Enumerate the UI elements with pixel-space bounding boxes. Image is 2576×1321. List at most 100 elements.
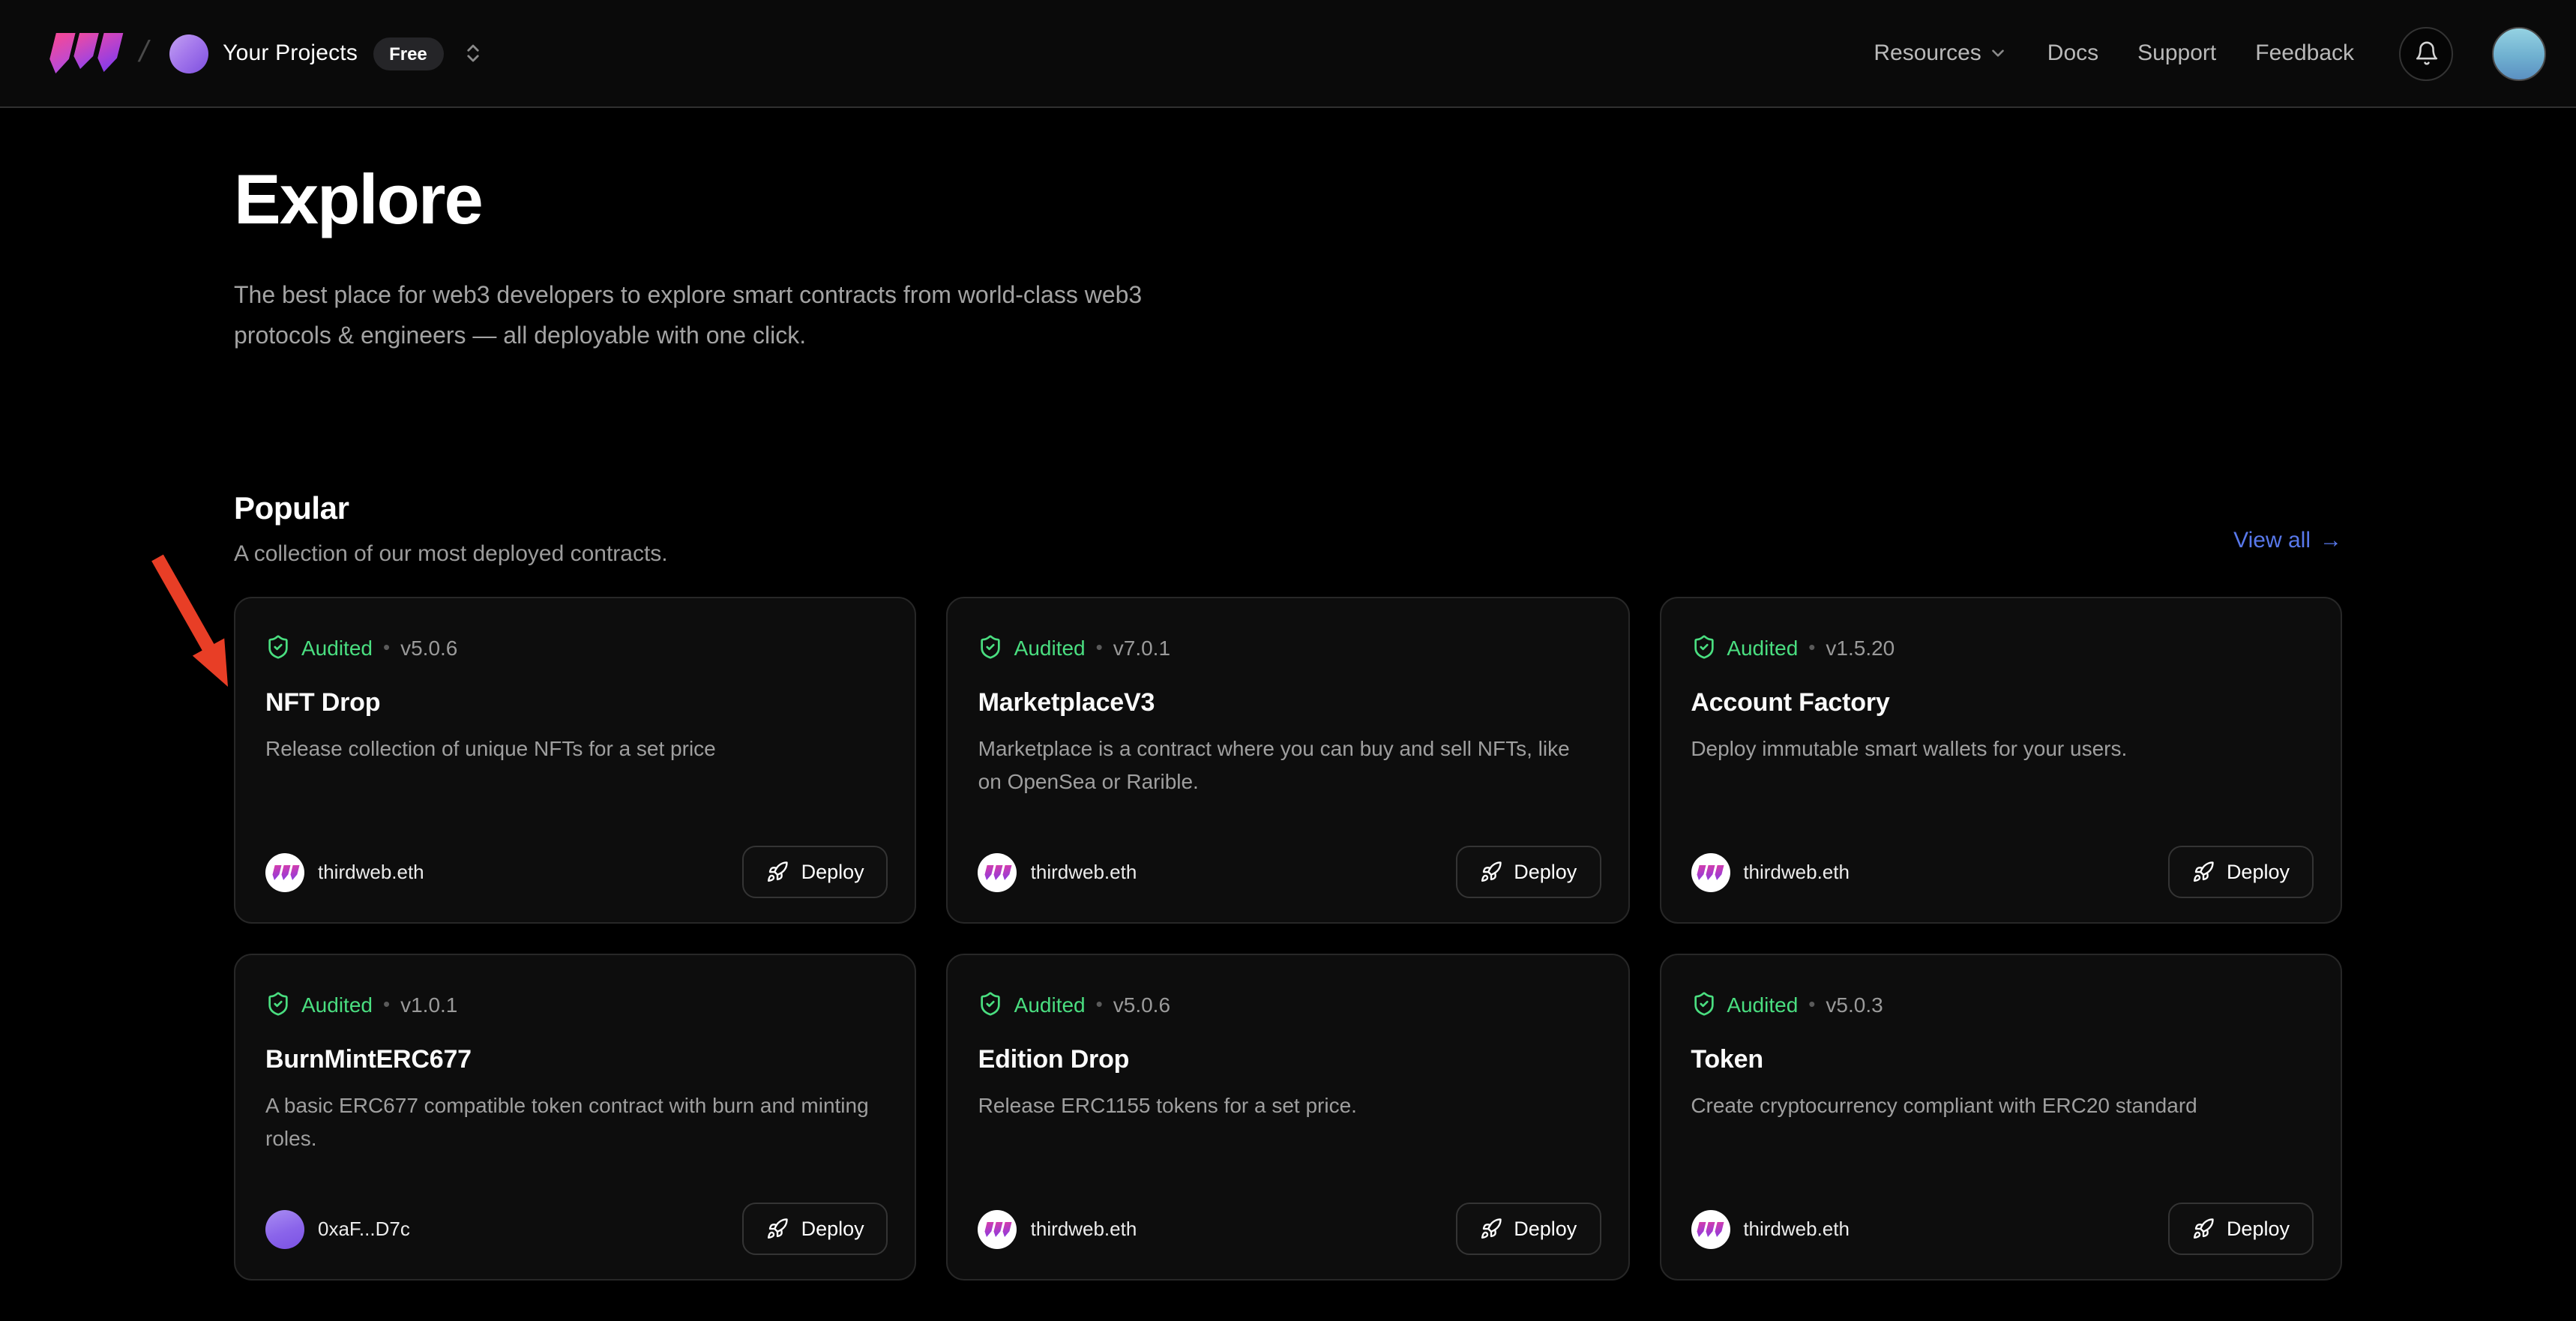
contract-description: Deploy immutable smart wallets for your … xyxy=(1691,732,2311,765)
shield-check-icon xyxy=(1691,991,1716,1017)
publisher-name: 0xaF...D7c xyxy=(318,1218,410,1240)
arrow-right-icon: → xyxy=(2320,527,2342,553)
shield-check-icon xyxy=(265,634,291,660)
bell-icon xyxy=(2413,40,2439,66)
shield-check-icon xyxy=(978,991,1004,1017)
dot-separator: • xyxy=(1808,993,1815,1015)
rocket-icon xyxy=(2192,861,2215,883)
card-footer: thirdweb.eth Deploy xyxy=(265,846,888,898)
deploy-label: Deploy xyxy=(801,1218,864,1240)
shield-check-icon xyxy=(1691,634,1716,660)
deploy-button[interactable]: Deploy xyxy=(2168,1203,2314,1255)
deploy-button[interactable]: Deploy xyxy=(2168,846,2314,898)
popular-header: Popular A collection of our most deploye… xyxy=(234,492,2342,567)
card-badge-row: Audited • v5.0.6 xyxy=(265,634,885,660)
publisher-avatar xyxy=(1691,1209,1730,1248)
hero-section: Explore The best place for web3 develope… xyxy=(234,108,2342,357)
nav-support[interactable]: Support xyxy=(2137,40,2216,66)
rocket-icon xyxy=(767,861,789,883)
deploy-button[interactable]: Deploy xyxy=(1455,846,1601,898)
version-label: v5.0.3 xyxy=(1826,992,1883,1016)
thirdweb-mini-logo-icon xyxy=(985,864,1010,879)
publisher-avatar xyxy=(978,1209,1017,1248)
card-badge-row: Audited • v7.0.1 xyxy=(978,634,1598,660)
popular-header-text: Popular A collection of our most deploye… xyxy=(234,492,668,567)
card-footer: thirdweb.eth Deploy xyxy=(978,1203,1601,1255)
contract-card[interactable]: Audited • v5.0.6 NFT Drop Release collec… xyxy=(234,597,917,924)
notifications-button[interactable] xyxy=(2399,26,2453,80)
deploy-label: Deploy xyxy=(1514,861,1577,883)
version-label: v1.0.1 xyxy=(400,992,457,1016)
contract-title: Account Factory xyxy=(1691,688,2311,718)
publisher-avatar xyxy=(978,852,1017,891)
deploy-button[interactable]: Deploy xyxy=(743,846,888,898)
card-footer: thirdweb.eth Deploy xyxy=(1691,1203,2314,1255)
view-all-link[interactable]: View all → xyxy=(2233,527,2342,553)
card-footer: 0xaF...D7c Deploy xyxy=(265,1203,888,1255)
contract-description: A basic ERC677 compatible token contract… xyxy=(265,1089,885,1155)
thirdweb-mini-logo-icon xyxy=(1698,1221,1723,1236)
project-name[interactable]: Your Projects xyxy=(223,40,358,66)
card-badge-row: Audited • v1.0.1 xyxy=(265,991,885,1017)
chevrons-up-down-icon[interactable] xyxy=(462,42,484,64)
publisher-name: thirdweb.eth xyxy=(1743,1218,1850,1240)
deploy-label: Deploy xyxy=(2227,861,2290,883)
audited-badge: Audited xyxy=(1014,992,1086,1016)
audited-badge: Audited xyxy=(1727,635,1798,659)
deploy-button[interactable]: Deploy xyxy=(1455,1203,1601,1255)
contract-card[interactable]: Audited • v7.0.1 MarketplaceV3 Marketpla… xyxy=(947,597,1630,924)
plan-badge: Free xyxy=(373,37,444,70)
audited-badge: Audited xyxy=(1014,635,1086,659)
thirdweb-logo[interactable] xyxy=(51,33,118,73)
contract-title: BurnMintERC677 xyxy=(265,1045,885,1075)
audited-badge: Audited xyxy=(301,635,373,659)
logo-blade xyxy=(94,33,124,72)
publisher-link[interactable]: thirdweb.eth xyxy=(1691,1209,1850,1248)
contracts-grid: Audited • v5.0.6 NFT Drop Release collec… xyxy=(234,597,2342,1281)
view-all-label: View all xyxy=(2233,527,2311,553)
contract-card[interactable]: Audited • v5.0.6 Edition Drop Release ER… xyxy=(947,954,1630,1281)
deploy-button[interactable]: Deploy xyxy=(743,1203,888,1255)
publisher-link[interactable]: thirdweb.eth xyxy=(978,1209,1137,1248)
deploy-label: Deploy xyxy=(2227,1218,2290,1240)
project-selector[interactable]: Your Projects Free xyxy=(169,34,484,73)
card-badge-row: Audited • v1.5.20 xyxy=(1691,634,2311,660)
page-title: Explore xyxy=(234,159,2342,240)
publisher-name: thirdweb.eth xyxy=(318,861,424,883)
contract-card[interactable]: Audited • v5.0.3 Token Create cryptocurr… xyxy=(1659,954,2342,1281)
shield-check-icon xyxy=(265,991,291,1017)
publisher-link[interactable]: thirdweb.eth xyxy=(265,852,424,891)
nav-docs[interactable]: Docs xyxy=(2047,40,2098,66)
nav-feedback[interactable]: Feedback xyxy=(2255,40,2354,66)
breadcrumb-separator: / xyxy=(136,36,151,70)
nav-resources[interactable]: Resources xyxy=(1874,40,2008,66)
rocket-icon xyxy=(767,1218,789,1240)
publisher-link[interactable]: thirdweb.eth xyxy=(978,852,1137,891)
header-nav: Resources Docs Support Feedback xyxy=(1874,26,2546,80)
rocket-icon xyxy=(2192,1218,2215,1240)
deploy-label: Deploy xyxy=(1514,1218,1577,1240)
audited-badge: Audited xyxy=(301,992,373,1016)
publisher-name: thirdweb.eth xyxy=(1031,1218,1137,1240)
account-avatar[interactable] xyxy=(2492,26,2546,80)
logo-blade xyxy=(70,33,99,69)
shield-check-icon xyxy=(978,634,1004,660)
annotation-red-arrow xyxy=(147,549,240,699)
contract-card[interactable]: Audited • v1.5.20 Account Factory Deploy… xyxy=(1659,597,2342,924)
popular-subtitle: A collection of our most deployed contra… xyxy=(234,541,668,567)
card-footer: thirdweb.eth Deploy xyxy=(978,846,1601,898)
publisher-link[interactable]: thirdweb.eth xyxy=(1691,852,1850,891)
thirdweb-mini-logo-icon xyxy=(273,864,298,879)
contract-card[interactable]: Audited • v1.0.1 BurnMintERC677 A basic … xyxy=(234,954,917,1281)
card-badge-row: Audited • v5.0.3 xyxy=(1691,991,2311,1017)
contract-description: Release collection of unique NFTs for a … xyxy=(265,732,885,765)
popular-title: Popular xyxy=(234,492,668,528)
project-avatar[interactable] xyxy=(169,34,208,73)
audited-badge: Audited xyxy=(1727,992,1798,1016)
thirdweb-mini-logo-icon xyxy=(1698,864,1723,879)
card-badge-row: Audited • v5.0.6 xyxy=(978,991,1598,1017)
dot-separator: • xyxy=(383,993,390,1015)
contract-title: Edition Drop xyxy=(978,1045,1598,1075)
publisher-link[interactable]: 0xaF...D7c xyxy=(265,1209,410,1248)
main-content: Explore The best place for web3 develope… xyxy=(234,108,2342,1281)
